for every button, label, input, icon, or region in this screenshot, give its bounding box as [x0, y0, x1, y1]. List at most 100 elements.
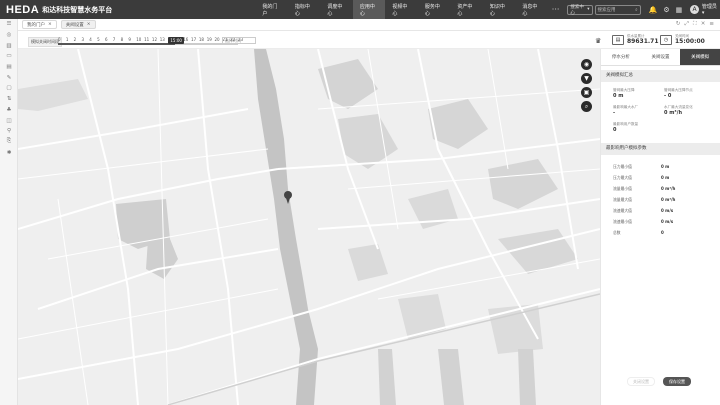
timeline-tick[interactable]: 11 [144, 37, 149, 42]
user-menu[interactable]: A 管理员 ▾ [690, 3, 720, 16]
timeline-tick[interactable]: 1 [66, 37, 69, 42]
summary-value: 0 [613, 127, 617, 133]
grid-icon[interactable]: ▦ [676, 6, 683, 14]
timeline-thumb[interactable]: 15:00 [168, 37, 184, 44]
param-value: 0 m³/h [661, 197, 676, 202]
section-title: 最影响用户模拟参数 [601, 143, 720, 155]
doc-icon[interactable]: ▤ [0, 62, 18, 73]
param-value: 0 [661, 230, 664, 235]
map-canvas[interactable]: ◉ ▼ ▣ ⌕ [18, 49, 600, 405]
close-icon[interactable]: × [48, 22, 52, 27]
param-row: 流速最小值 0 m/s [613, 216, 715, 227]
timeline-tick[interactable]: 19 [207, 37, 212, 42]
timeline-tick[interactable]: 9 [128, 37, 131, 42]
settings-icon[interactable]: ⚙ [663, 6, 669, 14]
nav-item[interactable]: 服务中心 [418, 0, 451, 19]
time-picker-input[interactable]: 选择时间 [222, 37, 256, 44]
edit-icon[interactable]: ✎ [0, 72, 18, 83]
avatar[interactable]: A [690, 5, 699, 14]
more-menu-icon[interactable]: ··· [552, 5, 560, 14]
nav-item[interactable]: 消息中心 [515, 0, 548, 19]
param-row: 流速最大值 0 m/s [613, 205, 715, 216]
param-value: 0 m/s [661, 208, 674, 213]
chart-icon[interactable]: ▥ [0, 40, 18, 51]
timeline-tick[interactable]: 18 [199, 37, 204, 42]
layers-icon[interactable]: ◫ [0, 115, 18, 126]
star-icon[interactable]: ✱ [0, 147, 18, 158]
nav-item[interactable]: 调度中心 [320, 0, 353, 19]
param-value: 0 m [661, 164, 670, 169]
trophy-icon[interactable]: ♛ [595, 37, 601, 45]
fullscreen-icon[interactable]: ⤢ [685, 21, 689, 28]
nav-item[interactable]: 视频中心 [385, 0, 418, 19]
flow-icon[interactable]: ⇅ [0, 94, 18, 105]
close-settings-button[interactable]: 关闭设置 [627, 377, 655, 386]
close-icon[interactable]: × [87, 22, 91, 27]
param-value: 0 m³/h [661, 186, 676, 191]
timeline-tick[interactable]: 12 [152, 37, 157, 42]
tab-water-stop-analysis[interactable]: 停水分析 [601, 49, 641, 65]
monitor-icon[interactable]: ▭ [0, 51, 18, 62]
param-row: 流量最大值 0 m³/h [613, 194, 715, 205]
expand-icon[interactable]: ⛶ [693, 21, 697, 28]
top-search-input[interactable]: 搜索应用 ⌕ [594, 4, 641, 15]
nav-item[interactable]: 知识中心 [483, 0, 516, 19]
param-row: 压力最小值 0 m [613, 161, 715, 172]
nav-item[interactable]: 资产中心 [450, 0, 483, 19]
param-label: 流速最大值 [613, 207, 632, 213]
timeline-tick[interactable]: 7 [113, 37, 116, 42]
timeline-tick[interactable]: 13 [160, 37, 165, 42]
search-icon[interactable]: ⌕ [581, 101, 592, 112]
user-name[interactable]: 管理员 ▾ [702, 3, 720, 16]
timeline-tick[interactable]: 8 [121, 37, 124, 42]
timeline-tick[interactable]: 4 [89, 37, 92, 42]
param-row: 总数 0 [613, 227, 715, 238]
stat-time: ◷ 关阀时间 15:00:00 [660, 34, 705, 45]
nav-item[interactable]: 应用中心 [352, 0, 386, 19]
param-value: 0 m/s [661, 219, 674, 224]
search-icon[interactable]: ⌕ [635, 7, 638, 13]
param-row: 流量最小值 0 m³/h [613, 183, 715, 194]
layers-icon[interactable]: ▣ [581, 87, 592, 98]
tab-valve-simulation[interactable]: 关阀模拟 [680, 49, 720, 65]
timeline-tick[interactable]: 5 [97, 37, 100, 42]
stat-value: 15:00:00 [675, 38, 705, 45]
timeline-tick[interactable]: 6 [105, 37, 108, 42]
menu-icon[interactable]: ☰ [0, 19, 18, 30]
close-all-icon[interactable]: ✕ [701, 21, 706, 28]
target-icon[interactable]: ◎ [0, 30, 18, 41]
tab-my-portal[interactable]: 我的门户 × [22, 20, 57, 29]
collapse-icon[interactable]: ≡ [709, 21, 714, 28]
timeline-tick[interactable]: 10 [136, 37, 141, 42]
param-label: 流量最大值 [613, 196, 632, 202]
search-scope-dropdown[interactable]: 搜索中心 ▾ [567, 4, 593, 16]
pin-icon[interactable]: ⚲ [0, 126, 18, 137]
tree-icon[interactable]: ♣ [0, 105, 18, 116]
tab-valve-settings[interactable]: 关阀设置 [641, 49, 681, 65]
timeline-tick[interactable]: 3 [81, 37, 84, 42]
nav-item[interactable]: 指标中心 [288, 0, 321, 19]
document-icon[interactable]: ▢ [0, 83, 18, 94]
copy-icon[interactable]: ⎘ [0, 137, 18, 148]
summary-item: 管网最大压降 0 m [613, 88, 664, 100]
search-scope-label: 搜索中心 [570, 4, 584, 16]
timeline-tick[interactable]: 16 [183, 37, 188, 42]
timeline-tick[interactable]: 17 [191, 37, 196, 42]
section-title: 关阀模拟汇总 [601, 70, 720, 82]
summary-item: 最影响用户数量 0 [613, 122, 664, 134]
location-icon[interactable]: ▼ [581, 73, 592, 84]
refresh-icon[interactable]: ↻ [676, 21, 681, 28]
tab-valve-settings[interactable]: 关阀设置 × [60, 20, 96, 29]
eye-icon[interactable]: ◉ [581, 59, 592, 70]
param-list: 压力最小值 0 m 压力最大值 0 m 流量最小值 0 m³/h 流量最大值 0 m³/h 流速… [601, 155, 720, 238]
timeline-label: 模拟关阀时间段 [28, 37, 62, 47]
top-nav: 我的门户 指标中心 调度中心 应用中心 视频中心 服务中心 资产中心 知识中心 消息中心 [255, 0, 547, 19]
param-label: 流量最小值 [613, 185, 632, 191]
timeline-tick[interactable]: 0 [58, 37, 61, 42]
map-drawing [18, 49, 600, 405]
nav-item[interactable]: 我的门户 [255, 0, 288, 19]
timeline-tick[interactable]: 2 [74, 37, 77, 42]
bell-icon[interactable]: 🔔 [649, 6, 658, 14]
timeline-tick[interactable]: 20 [215, 37, 220, 42]
save-settings-button[interactable]: 保存设置 [663, 377, 691, 386]
